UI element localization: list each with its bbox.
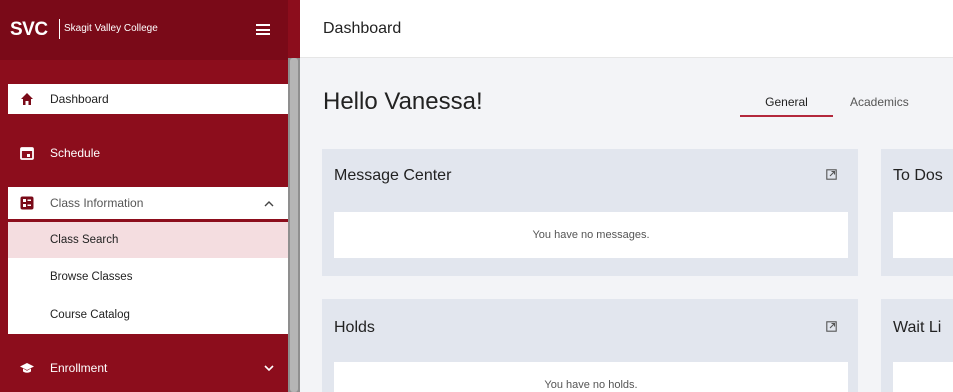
wait-list-card: Wait Li	[881, 299, 953, 392]
subitem-label: Browse Classes	[50, 271, 133, 283]
college-name: Skagit Valley College	[64, 23, 158, 34]
wait-list-panel	[893, 362, 953, 392]
class-info-icon	[20, 196, 34, 210]
graduation-cap-icon	[20, 363, 34, 373]
subitem-label: Course Catalog	[50, 309, 130, 321]
sidebar-subitem-browse-classes[interactable]: Browse Classes	[8, 258, 288, 296]
sidebar-item-enrollment[interactable]: Enrollment	[8, 352, 288, 384]
card-title: Wait Li	[893, 319, 942, 336]
tab-general[interactable]: General	[740, 95, 833, 117]
top-bar: Dashboard	[300, 0, 953, 58]
logo-divider	[59, 19, 60, 39]
card-title: Holds	[334, 319, 375, 336]
chevron-down-icon[interactable]	[264, 364, 274, 372]
sidebar-item-schedule[interactable]: Schedule	[8, 138, 288, 168]
open-external-icon[interactable]	[826, 321, 837, 332]
scrollbar-thumb[interactable]	[290, 58, 298, 392]
message-center-card: Message Center You have no messages.	[322, 149, 858, 276]
card-title: To Dos	[893, 167, 943, 184]
brand-bar: SVC Skagit Valley College	[0, 0, 288, 60]
messages-empty-panel: You have no messages.	[334, 212, 848, 258]
greeting: Hello Vanessa!	[323, 88, 483, 115]
open-external-icon[interactable]	[826, 169, 837, 180]
home-icon	[21, 93, 33, 105]
sidebar: SVC Skagit Valley College Dashboard Sche…	[0, 0, 300, 392]
holds-card: Holds You have no holds.	[322, 299, 858, 392]
svc-logo[interactable]: SVC	[10, 19, 48, 41]
card-title: Message Center	[334, 167, 452, 184]
subitem-label: Class Search	[50, 234, 119, 246]
sidebar-item-label: Dashboard	[50, 92, 109, 106]
sidebar-item-dashboard[interactable]: Dashboard	[8, 84, 288, 114]
sidebar-item-label: Enrollment	[50, 361, 108, 375]
holds-empty-panel: You have no holds.	[334, 362, 848, 392]
sidebar-item-label: Schedule	[50, 146, 101, 160]
empty-message-text: You have no messages.	[532, 229, 650, 241]
page-title: Dashboard	[323, 20, 402, 37]
chevron-up-icon[interactable]	[264, 200, 274, 207]
sidebar-subitem-class-search[interactable]: Class Search	[8, 222, 288, 258]
sidebar-item-label: Class Information	[50, 196, 144, 210]
sidebar-subitem-course-catalog[interactable]: Course Catalog	[8, 296, 288, 334]
sidebar-scrollbar[interactable]	[288, 58, 300, 392]
calendar-icon	[20, 147, 34, 160]
main-content: Hello Vanessa! General Academics Message…	[300, 58, 953, 392]
empty-holds-text: You have no holds.	[544, 379, 638, 391]
hamburger-menu-icon[interactable]	[256, 24, 270, 35]
to-dos-card: To Dos	[881, 149, 953, 276]
sidebar-item-class-information[interactable]: Class Information	[8, 187, 288, 219]
to-dos-panel	[893, 212, 953, 258]
tab-academics[interactable]: Academics	[850, 95, 909, 109]
